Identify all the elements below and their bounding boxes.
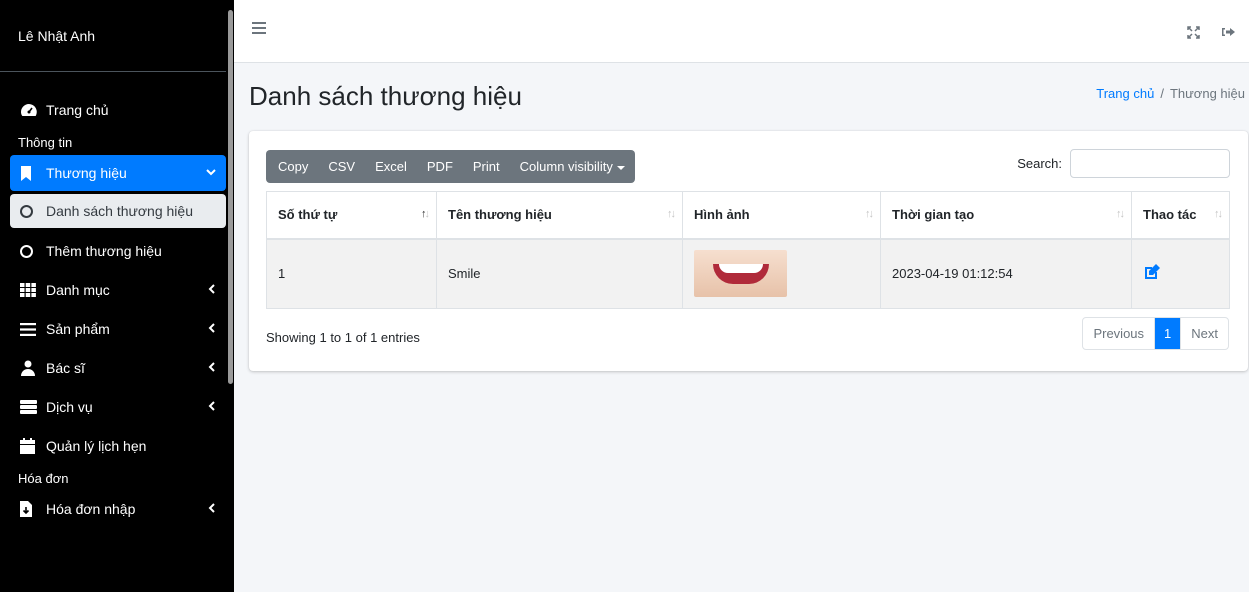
hamburger-icon[interactable]: [252, 22, 266, 34]
breadcrumb: Trang chủ / Thương hiệu: [1096, 86, 1245, 101]
search-label: Search:: [1017, 156, 1062, 171]
table-row: 1 Smile 2023-04-19 01:12:54: [266, 238, 1230, 309]
brand-table: Số thứ tự ↑↓ Tên thương hiệu ↑↓ Hình ảnh ↑↓…: [266, 191, 1230, 309]
pagination-page-1[interactable]: 1: [1155, 318, 1182, 349]
sidebar-item-brand-list[interactable]: Danh sách thương hiệu: [10, 194, 226, 228]
sidebar-item-products[interactable]: Sản phẩm: [10, 311, 226, 347]
brand-list-card: Copy CSV Excel PDF Print Column visibili…: [249, 131, 1248, 371]
chevron-left-icon: [208, 400, 216, 414]
export-buttons: Copy CSV Excel PDF Print Column visibili…: [266, 150, 635, 183]
pagination-previous[interactable]: Previous: [1083, 318, 1156, 349]
file-download-icon: [20, 501, 42, 517]
copy-button[interactable]: Copy: [266, 150, 318, 183]
breadcrumb-current: Thương hiệu: [1169, 86, 1245, 101]
sidebar-item-brand-add[interactable]: Thêm thương hiệu: [10, 233, 226, 269]
column-header-index[interactable]: Số thứ tự ↑↓: [266, 191, 437, 240]
sidebar-item-home[interactable]: Trang chủ: [10, 92, 226, 128]
chevron-left-icon: [208, 361, 216, 375]
sort-icon: ↑↓: [667, 208, 676, 220]
edit-icon[interactable]: [1143, 263, 1161, 281]
server-icon: [20, 400, 42, 414]
column-visibility-button[interactable]: Column visibility: [510, 150, 635, 183]
column-header-actions[interactable]: Thao tác ↑↓: [1131, 191, 1230, 240]
dashboard-icon: [20, 103, 42, 117]
bars-icon: [20, 322, 42, 336]
sort-asc-icon: ↑↓: [421, 208, 430, 220]
user-name: Lê Nhật Anh: [18, 27, 96, 44]
fullscreen-icon[interactable]: [1187, 26, 1200, 42]
column-header-name[interactable]: Tên thương hiệu ↑↓: [436, 191, 683, 240]
sidebar-item-appointments[interactable]: Quản lý lịch hẹn: [10, 428, 226, 464]
chevron-left-icon: [208, 283, 216, 297]
sidebar-item-services[interactable]: Dịch vụ: [10, 389, 226, 425]
caret-down-icon: [616, 165, 625, 170]
top-navbar: [234, 0, 1249, 63]
print-button[interactable]: Print: [463, 150, 510, 183]
bookmark-icon: [20, 165, 42, 181]
cell-name: Smile: [436, 238, 683, 309]
calendar-icon: [20, 438, 42, 454]
nav-header-info: Thông tin: [18, 135, 73, 150]
circle-icon: [20, 204, 42, 218]
chevron-left-icon: [208, 502, 216, 516]
table-header-row: Số thứ tự ↑↓ Tên thương hiệu ↑↓ Hình ảnh ↑↓…: [266, 191, 1230, 240]
breadcrumb-home-link[interactable]: Trang chủ: [1096, 86, 1154, 101]
csv-button[interactable]: CSV: [318, 150, 365, 183]
nav-header-invoice: Hóa đơn: [18, 471, 69, 486]
sidebar-scrollbar[interactable]: [228, 10, 233, 384]
breadcrumb-separator: /: [1160, 86, 1164, 101]
sidebar-item-categories[interactable]: Danh mục: [10, 272, 226, 308]
table-info: Showing 1 to 1 of 1 entries: [266, 330, 420, 345]
sort-icon: ↑↓: [1116, 208, 1125, 220]
logout-icon[interactable]: [1222, 26, 1235, 42]
excel-button[interactable]: Excel: [365, 150, 417, 183]
sidebar: Lê Nhật Anh Trang chủ Thông tin Thương h…: [0, 0, 234, 592]
sidebar-item-invoice-in[interactable]: Hóa đơn nhập: [10, 491, 226, 527]
cell-actions: [1131, 238, 1230, 309]
smile-thumbnail: [694, 250, 787, 298]
pagination-next[interactable]: Next: [1181, 318, 1228, 349]
cell-created: 2023-04-19 01:12:54: [880, 238, 1132, 309]
sidebar-item-brands[interactable]: Thương hiệu: [10, 155, 226, 191]
sidebar-item-doctors[interactable]: Bác sĩ: [10, 350, 226, 386]
sort-icon: ↑↓: [865, 208, 874, 220]
search-box: Search:: [1017, 149, 1230, 178]
pdf-button[interactable]: PDF: [417, 150, 463, 183]
cell-index: 1: [266, 238, 437, 309]
search-input[interactable]: [1070, 149, 1230, 178]
grid-icon: [20, 283, 42, 297]
doctor-icon: [20, 360, 42, 376]
column-header-created[interactable]: Thời gian tạo ↑↓: [880, 191, 1132, 240]
pagination: Previous 1 Next: [1082, 317, 1229, 350]
sidebar-brand[interactable]: Lê Nhật Anh: [0, 0, 226, 72]
column-header-image[interactable]: Hình ảnh ↑↓: [682, 191, 881, 240]
page-title: Danh sách thương hiệu: [249, 81, 522, 111]
sort-icon: ↑↓: [1214, 208, 1223, 220]
chevron-down-icon: [206, 166, 216, 180]
cell-image: [682, 238, 881, 309]
circle-icon: [20, 244, 42, 258]
chevron-left-icon: [208, 322, 216, 336]
